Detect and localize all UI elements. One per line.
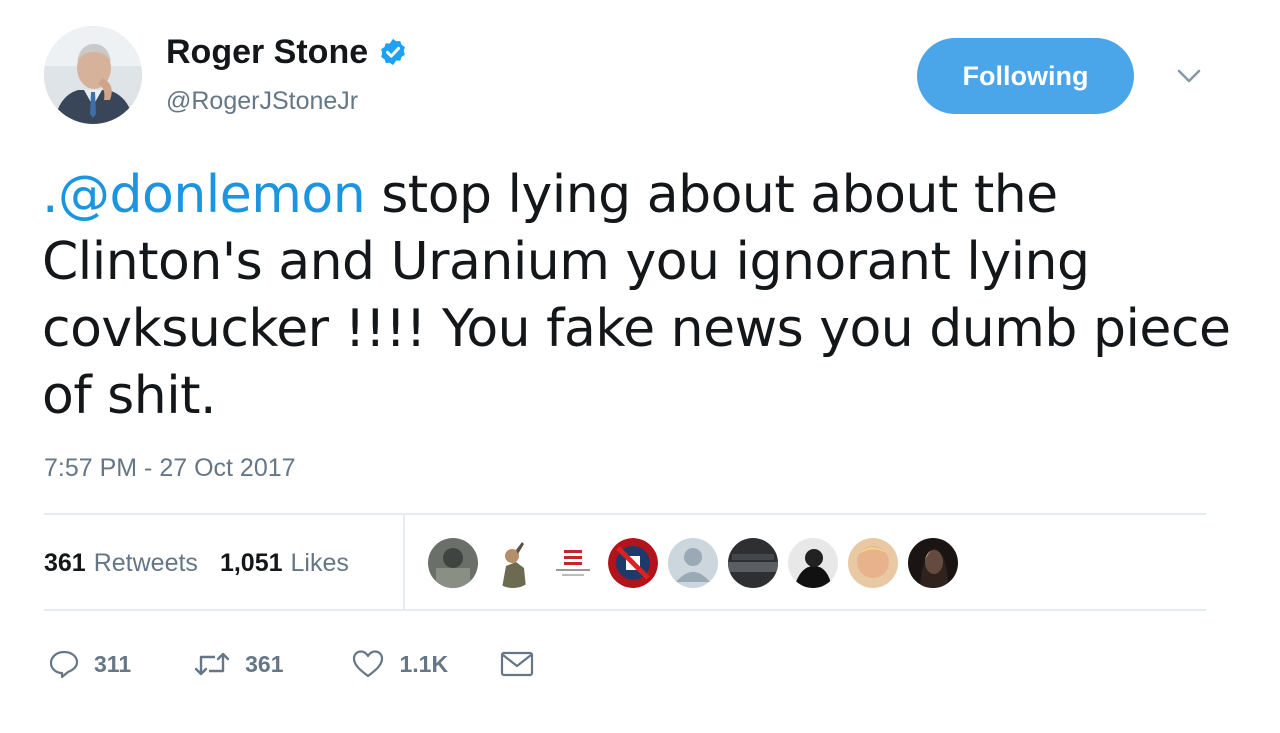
stats-separator [403, 515, 405, 611]
reply-action[interactable]: 311 [48, 648, 131, 680]
envelope-icon [500, 651, 534, 677]
liker-avatars [428, 538, 968, 588]
liker-avatar[interactable] [728, 538, 778, 588]
chevron-down-icon[interactable] [1175, 66, 1203, 86]
retweets-stat[interactable]: 361 Retweets [44, 546, 198, 580]
user-name-row: Roger Stone [166, 32, 408, 72]
like-count: 1.1K [399, 650, 449, 677]
liker-avatar[interactable] [908, 538, 958, 588]
retweet-action[interactable]: 361 [193, 648, 283, 680]
retweet-count: 361 [245, 650, 284, 677]
verified-badge-icon [381, 38, 405, 66]
retweets-stat-label: Retweets [93, 549, 198, 577]
retweets-stat-count: 361 [44, 549, 86, 577]
heart-icon [353, 650, 384, 678]
retweet-icon [194, 652, 230, 676]
liker-avatar[interactable] [428, 538, 478, 588]
tweet-actions: 311 361 1.1K [48, 644, 534, 684]
liker-avatar[interactable] [488, 538, 538, 588]
reply-count: 311 [94, 650, 132, 677]
direct-message-action[interactable] [500, 650, 534, 678]
divider-top [44, 513, 1206, 515]
liker-avatar[interactable] [848, 538, 898, 588]
avatar[interactable] [44, 26, 142, 124]
liker-avatar[interactable] [548, 538, 598, 588]
engagement-stats: 361 Retweets 1,051 Likes [44, 546, 349, 580]
reply-icon [49, 650, 79, 679]
liker-avatar[interactable] [668, 538, 718, 588]
liker-avatar[interactable] [608, 538, 658, 588]
tweet-text: .@donlemon stop lying about about the Cl… [42, 162, 1242, 430]
liker-avatar[interactable] [788, 538, 838, 588]
avatar-image [44, 26, 142, 124]
user-handle[interactable]: @RogerJStoneJr [166, 86, 358, 116]
tweet-card: Roger Stone @RogerJStoneJr Following .@d… [0, 0, 1280, 733]
following-button[interactable]: Following [917, 38, 1134, 114]
likes-stat-count: 1,051 [219, 549, 283, 577]
likes-stat[interactable]: 1,051 Likes [220, 546, 349, 580]
tweet-timestamp[interactable]: 7:57 PM - 27 Oct 2017 [44, 452, 296, 484]
display-name[interactable]: Roger Stone [166, 32, 368, 72]
likes-stat-label: Likes [290, 549, 349, 577]
like-action[interactable]: 1.1K [351, 648, 448, 680]
mention-link[interactable]: .@donlemon [42, 165, 366, 225]
divider-bottom [44, 609, 1206, 611]
